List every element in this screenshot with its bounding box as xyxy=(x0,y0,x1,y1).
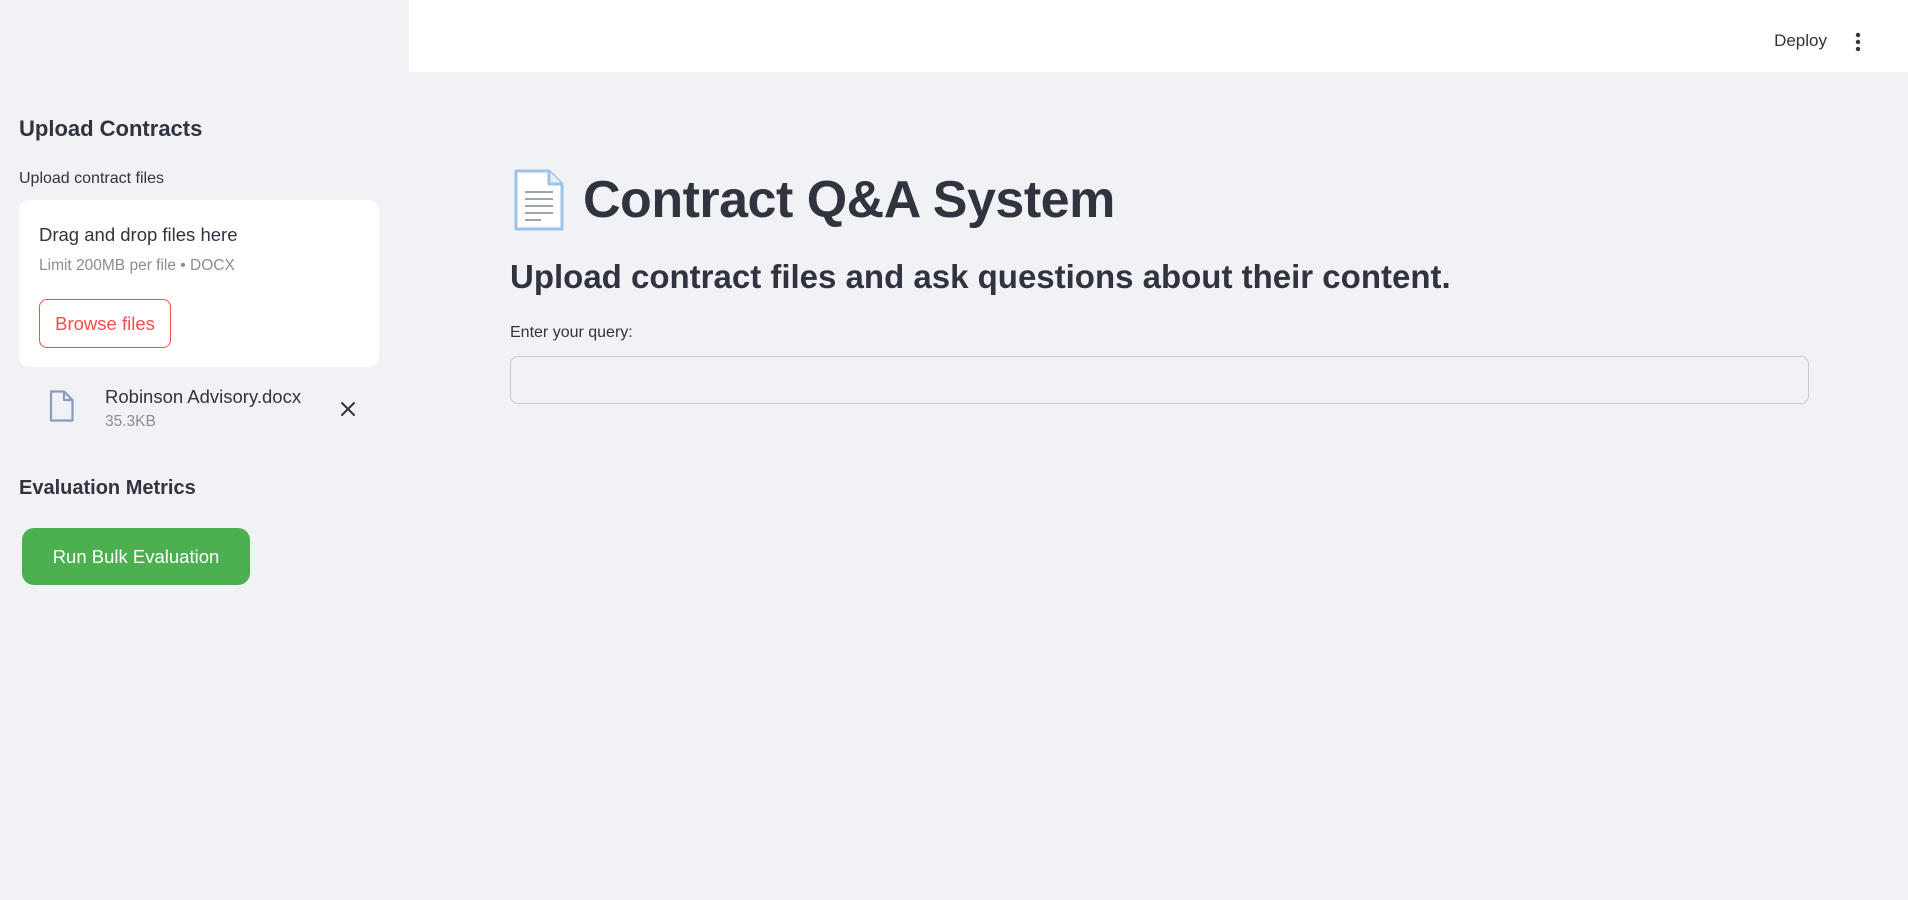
file-dropzone[interactable]: Drag and drop files here Limit 200MB per… xyxy=(19,200,379,367)
page-title-row: Contract Q&A System xyxy=(513,164,1115,236)
deploy-button[interactable]: Deploy xyxy=(1774,31,1827,51)
page-facing-up-icon xyxy=(513,168,565,232)
dropzone-limit-text: Limit 200MB per file • DOCX xyxy=(39,257,235,274)
browse-files-button[interactable]: Browse files xyxy=(39,299,171,348)
uploader-label: Upload contract files xyxy=(19,170,164,187)
query-label: Enter your query: xyxy=(510,324,633,341)
file-icon xyxy=(48,390,74,422)
uploaded-file-name: Robinson Advisory.docx xyxy=(105,386,302,407)
sidebar: Upload Contracts Upload contract files D… xyxy=(0,0,409,900)
kebab-menu-icon[interactable] xyxy=(1848,30,1868,54)
uploaded-file-size: 35.3KB xyxy=(105,413,156,430)
dropzone-title: Drag and drop files here xyxy=(39,224,238,245)
app-window: Upload Contracts Upload contract files D… xyxy=(0,0,1908,900)
sidebar-title: Upload Contracts xyxy=(19,116,203,141)
main-content: Contract Q&A System Upload contract file… xyxy=(409,72,1908,900)
page-subtitle: Upload contract files and ask questions … xyxy=(510,258,1451,295)
query-input[interactable] xyxy=(510,356,1809,404)
uploaded-file-item: Robinson Advisory.docx 35.3KB xyxy=(19,380,379,440)
close-icon[interactable] xyxy=(335,396,361,422)
top-header: Deploy xyxy=(409,0,1908,72)
run-bulk-evaluation-button[interactable]: Run Bulk Evaluation xyxy=(22,528,250,585)
page-title: Contract Q&A System xyxy=(583,171,1115,229)
evaluation-metrics-title: Evaluation Metrics xyxy=(19,477,196,499)
